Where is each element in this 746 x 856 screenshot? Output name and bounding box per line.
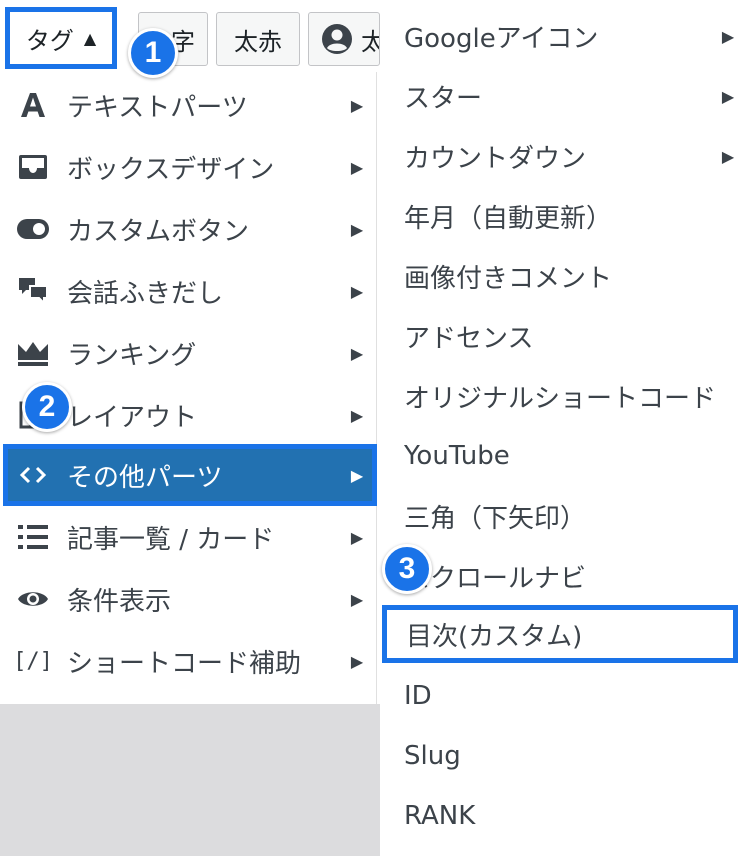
step-badge-2: 2 bbox=[22, 382, 72, 432]
submenu-item-year-month[interactable]: 年月（自動更新） bbox=[380, 186, 746, 246]
submenu-item-triangle[interactable]: 三角（下矢印） bbox=[380, 486, 746, 546]
submenu-item-label: 年月（自動更新） bbox=[404, 203, 613, 234]
chevron-right-icon: ▶ bbox=[350, 219, 364, 239]
submenu-item-scroll-nav[interactable]: スクロールナビ bbox=[380, 546, 746, 606]
chevron-right-icon: ▶ bbox=[350, 589, 364, 609]
submenu-item-countdown[interactable]: カウントダウン ▶ bbox=[380, 126, 746, 186]
toolbar-button-bold-red-label: 太赤 bbox=[234, 27, 282, 56]
shortcode-icon: [/] bbox=[13, 648, 53, 674]
tag-dropdown-label: タグ bbox=[25, 26, 74, 55]
menu-item-text-parts[interactable]: テキストパーツ ▶ bbox=[3, 74, 377, 136]
submenu-item-original-shortcode[interactable]: オリジナルショートコード bbox=[380, 366, 746, 426]
submenu-item-label: スター bbox=[404, 83, 483, 114]
menu-item-conditional-display[interactable]: 条件表示 ▶ bbox=[3, 568, 377, 630]
menu-item-box-design[interactable]: ボックスデザイン ▶ bbox=[3, 136, 377, 198]
menu-item-label: テキストパーツ bbox=[67, 92, 248, 123]
submenu-item-google-icon[interactable]: Googleアイコン ▶ bbox=[380, 6, 746, 66]
submenu-item-label: 目次(カスタム) bbox=[406, 621, 583, 652]
submenu-item-toc-custom[interactable]: 目次(カスタム) bbox=[382, 605, 738, 663]
chevron-right-icon: ▶ bbox=[350, 281, 364, 301]
menu-item-label: 条件表示 bbox=[67, 586, 172, 617]
submenu-item-label: 三角（下矢印） bbox=[404, 503, 587, 534]
chat-bubbles-icon bbox=[3, 260, 63, 322]
other-parts-submenu: Googleアイコン ▶ スター ▶ カウントダウン ▶ 年月（自動更新） 画像… bbox=[380, 0, 746, 856]
submenu-item-label: アドセンス bbox=[404, 323, 534, 354]
menu-item-label: 記事一覧 / カード bbox=[67, 524, 275, 555]
submenu-item-slug[interactable]: Slug bbox=[380, 726, 746, 786]
chevron-right-icon: ▶ bbox=[350, 157, 364, 177]
menu-item-label: ボックスデザイン bbox=[67, 154, 275, 185]
text-a-icon bbox=[3, 74, 63, 136]
menu-item-ranking[interactable]: ランキング ▶ bbox=[3, 322, 377, 384]
submenu-item-label: ID bbox=[404, 681, 432, 711]
step-badge-3: 3 bbox=[382, 544, 432, 594]
chevron-right-icon: ▶ bbox=[350, 651, 364, 671]
menu-item-label: カスタムボタン bbox=[67, 216, 250, 247]
user-circle-icon bbox=[321, 23, 353, 55]
inbox-icon bbox=[3, 136, 63, 198]
chevron-right-icon: ▶ bbox=[350, 343, 364, 363]
menu-item-speech-bubbles[interactable]: 会話ふきだし ▶ bbox=[3, 260, 377, 322]
menu-item-custom-button[interactable]: カスタムボタン ▶ bbox=[3, 198, 377, 260]
submenu-item-adsense[interactable]: アドセンス bbox=[380, 306, 746, 366]
menu-item-label: その他パーツ bbox=[67, 462, 223, 493]
step-badge-1: 1 bbox=[128, 28, 178, 78]
submenu-item-youtube[interactable]: YouTube bbox=[380, 426, 746, 486]
menu-item-label: 会話ふきだし bbox=[67, 278, 224, 309]
triangle-up-icon: ▲ bbox=[83, 28, 97, 48]
eye-icon bbox=[3, 568, 63, 630]
submenu-item-label: RANK bbox=[404, 801, 476, 831]
chevron-right-icon: ▶ bbox=[350, 465, 364, 485]
submenu-item-label: YouTube bbox=[404, 441, 510, 471]
submenu-item-label: カウントダウン bbox=[404, 143, 587, 174]
menu-item-label: ショートコード補助 bbox=[67, 648, 302, 679]
submenu-item-image-comment[interactable]: 画像付きコメント bbox=[380, 246, 746, 306]
menu-item-label: レイアウト bbox=[67, 402, 198, 433]
chevron-right-icon: ▶ bbox=[350, 405, 364, 425]
crown-icon bbox=[3, 322, 63, 384]
submenu-item-label: Googleアイコン bbox=[404, 23, 599, 54]
menu-item-shortcode-helper[interactable]: [/] ショートコード補助 ▶ bbox=[3, 630, 377, 692]
toggle-icon bbox=[3, 198, 63, 260]
submenu-item-label: Slug bbox=[404, 741, 461, 771]
toolbar-button-bold-red[interactable]: 太赤 bbox=[216, 12, 300, 66]
submenu-item-id[interactable]: ID bbox=[380, 666, 746, 726]
chevron-right-icon: ▶ bbox=[721, 146, 735, 166]
menu-item-other-parts[interactable]: その他パーツ ▶ bbox=[3, 444, 377, 506]
editor-background bbox=[0, 704, 380, 856]
chevron-right-icon: ▶ bbox=[721, 26, 735, 46]
menu-item-article-list[interactable]: 記事一覧 / カード ▶ bbox=[3, 506, 377, 568]
chevron-right-icon: ▶ bbox=[721, 86, 735, 106]
chevron-right-icon: ▶ bbox=[350, 527, 364, 547]
menu-item-label: ランキング bbox=[67, 340, 197, 371]
submenu-item-label: 画像付きコメント bbox=[404, 263, 613, 294]
submenu-item-label: オリジナルショートコード bbox=[404, 383, 717, 414]
submenu-item-rank[interactable]: RANK bbox=[380, 786, 746, 846]
toolbar-button-user-label: 太 bbox=[361, 22, 379, 57]
toolbar-button-user[interactable]: 太 bbox=[308, 12, 380, 66]
tag-dropdown-button[interactable]: タグ ▲ bbox=[5, 7, 117, 69]
submenu-item-label: スクロールナビ bbox=[404, 563, 587, 594]
submenu-item-star[interactable]: スター ▶ bbox=[380, 66, 746, 126]
code-icon bbox=[3, 444, 63, 506]
chevron-right-icon: ▶ bbox=[350, 95, 364, 115]
list-icon bbox=[3, 506, 63, 568]
